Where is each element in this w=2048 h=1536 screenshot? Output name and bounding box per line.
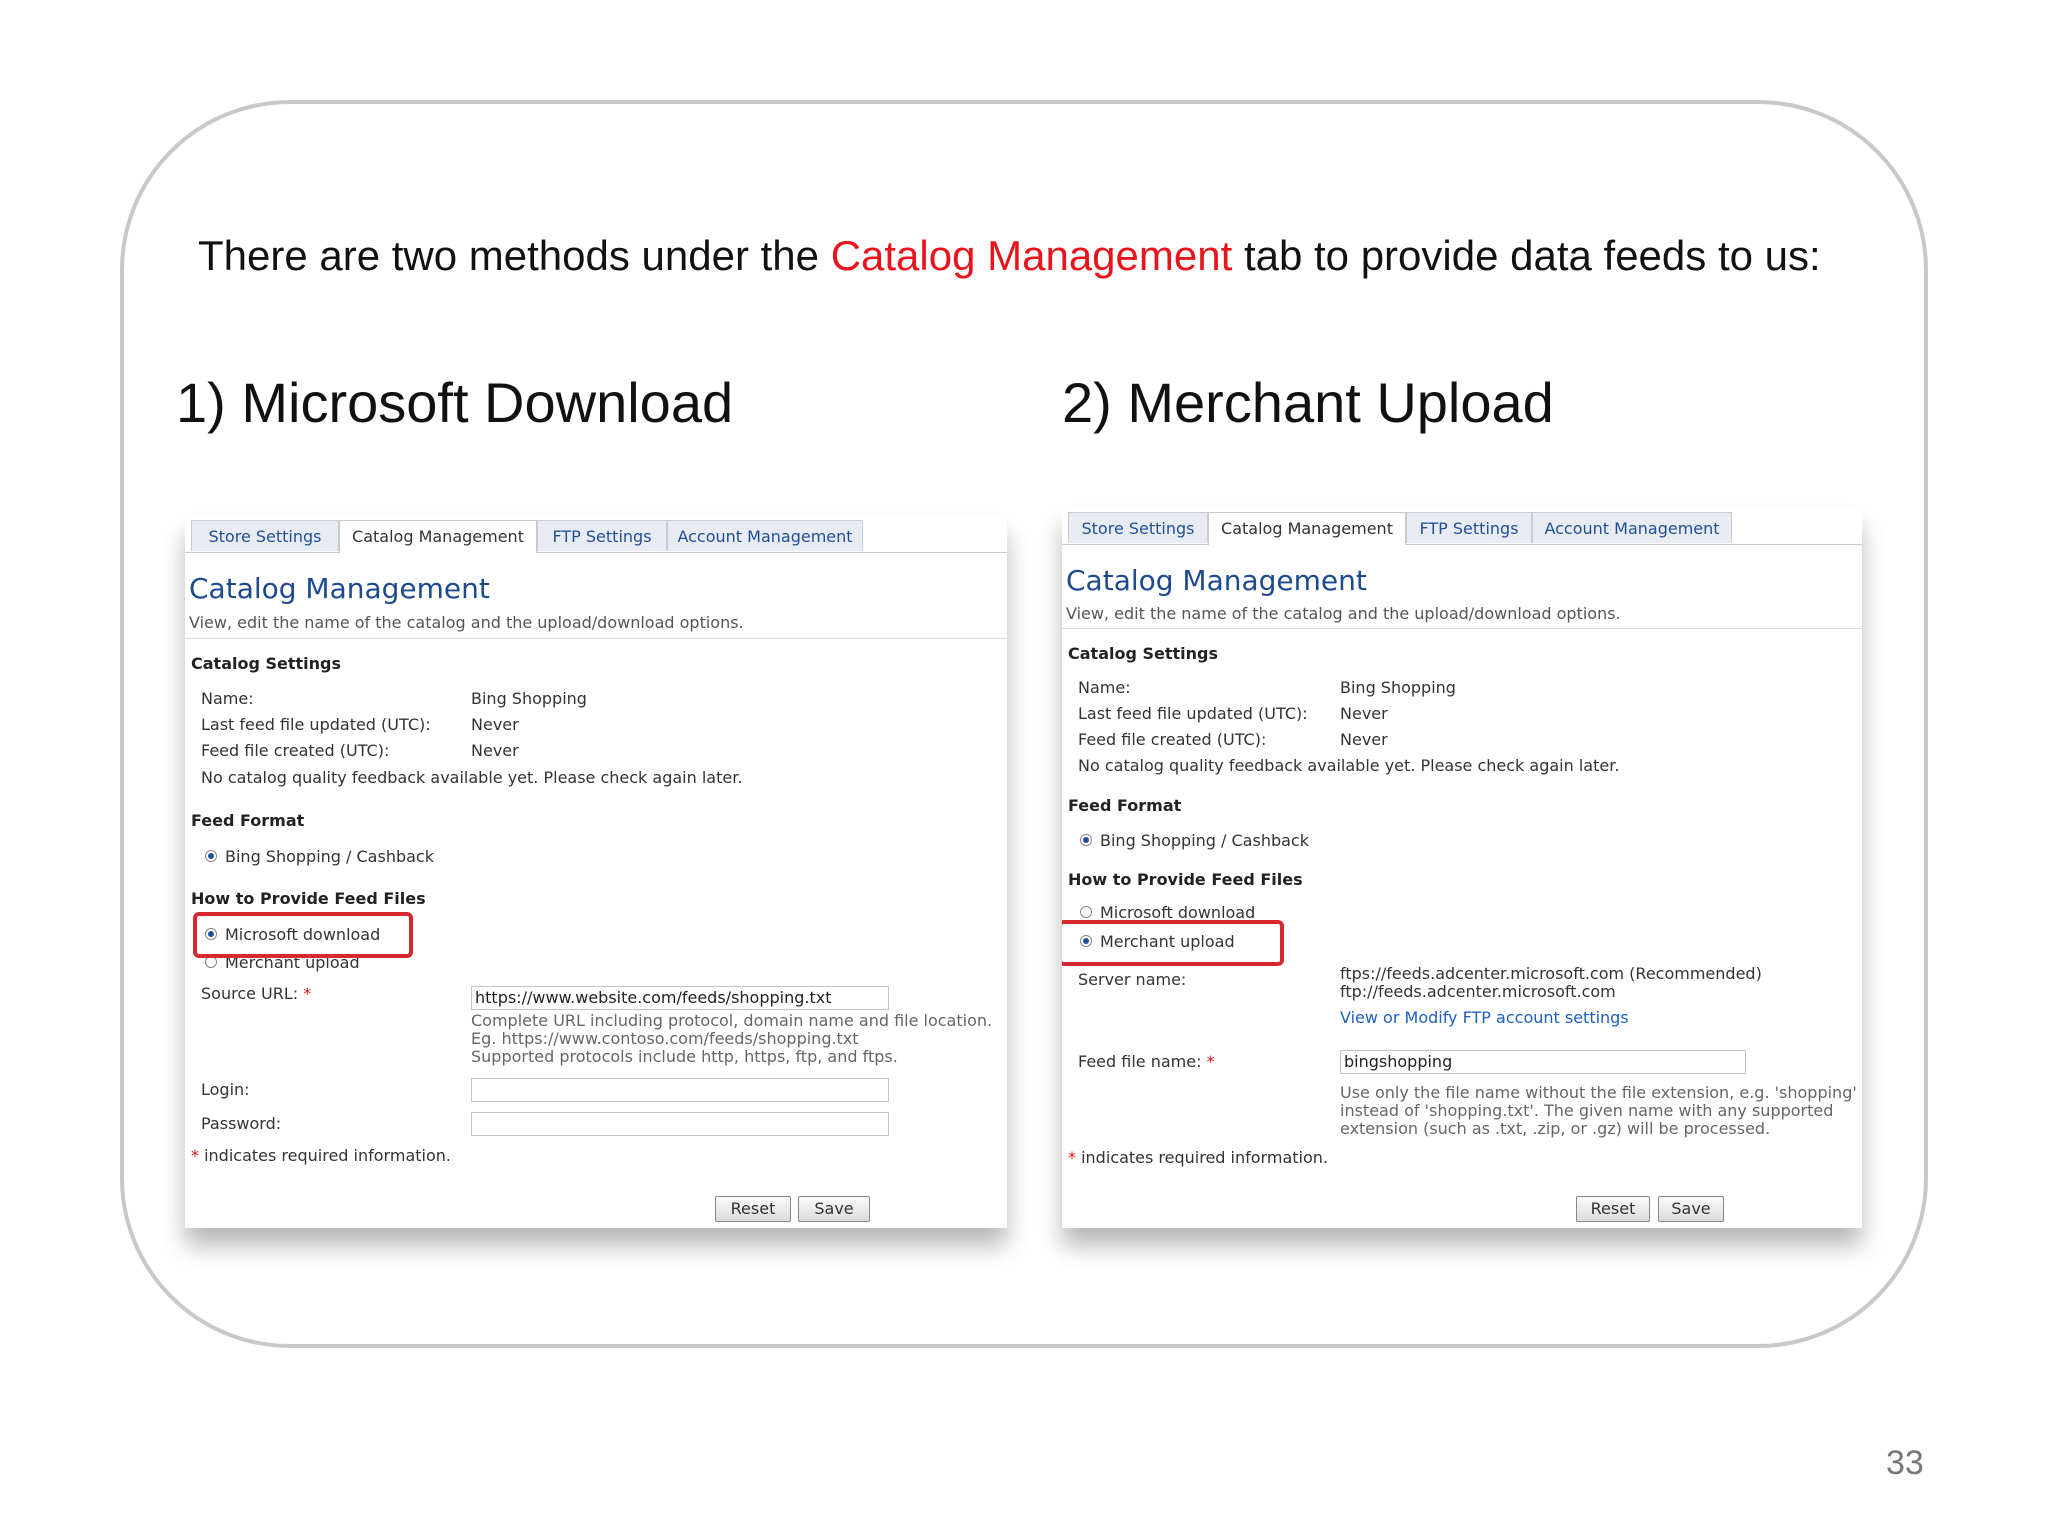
microsoft-download-radio[interactable]	[1080, 906, 1092, 918]
tab-catalog-management[interactable]: Catalog Management	[339, 520, 537, 553]
created-value: Never	[471, 741, 519, 760]
intro-highlight: Catalog Management	[830, 232, 1233, 279]
login-label: Login:	[201, 1080, 250, 1099]
required-note: * indicates required information.	[191, 1146, 451, 1165]
tab-bar: Store Settings Catalog Management FTP Se…	[1062, 508, 1862, 545]
required-asterisk: *	[303, 984, 312, 1003]
catalog-settings-heading: Catalog Settings	[1068, 644, 1219, 663]
server-name-label: Server name:	[1078, 970, 1187, 989]
intro-after: tab to provide data feeds to us:	[1232, 232, 1821, 279]
catalog-settings-heading: Catalog Settings	[191, 654, 342, 673]
feed-format-heading: Feed Format	[1068, 796, 1182, 815]
intro-before: There are two methods under the	[198, 232, 831, 279]
name-value: Bing Shopping	[1340, 678, 1456, 697]
reset-button[interactable]: Reset	[715, 1196, 791, 1222]
heading-method-1: 1) Microsoft Download	[176, 371, 734, 434]
page-title: Catalog Management	[189, 572, 490, 605]
ftp-settings-link[interactable]: View or Modify FTP account settings	[1340, 1008, 1629, 1027]
password-label: Password:	[201, 1114, 282, 1133]
tab-store-settings[interactable]: Store Settings	[191, 520, 339, 551]
divider	[1062, 628, 1862, 629]
created-label: Feed file created (UTC):	[1078, 730, 1267, 749]
screenshot-merchant-upload: Store Settings Catalog Management FTP Se…	[1062, 508, 1862, 1228]
required-note-text: indicates required information.	[204, 1146, 451, 1165]
merchant-upload-radio[interactable]	[1080, 935, 1092, 947]
source-url-input[interactable]: https://www.website.com/feeds/shopping.t…	[471, 986, 889, 1010]
created-value: Never	[1340, 730, 1388, 749]
feed-file-text: Feed file name:	[1078, 1052, 1202, 1071]
screenshot-microsoft-download: Store Settings Catalog Management FTP Se…	[185, 516, 1007, 1228]
page-subtitle: View, edit the name of the catalog and t…	[1066, 604, 1621, 623]
login-input[interactable]	[471, 1078, 889, 1102]
save-button[interactable]: Save	[798, 1196, 870, 1222]
page-subtitle: View, edit the name of the catalog and t…	[189, 613, 744, 632]
source-url-text: Source URL:	[201, 984, 299, 1003]
last-updated-label: Last feed file updated (UTC):	[201, 715, 431, 734]
source-url-label: Source URL: *	[201, 984, 311, 1003]
feed-format-heading: Feed Format	[191, 811, 305, 830]
source-url-hint-1: Complete URL including protocol, domain …	[471, 1011, 993, 1030]
save-button[interactable]: Save	[1658, 1196, 1724, 1222]
password-input[interactable]	[471, 1112, 889, 1136]
feed-file-hint-2: instead of 'shopping.txt'. The given nam…	[1340, 1101, 1834, 1120]
required-asterisk: *	[1206, 1052, 1215, 1071]
tab-bar: Store Settings Catalog Management FTP Se…	[185, 516, 1007, 553]
merchant-upload-label: Merchant upload	[1100, 932, 1235, 951]
name-value: Bing Shopping	[471, 689, 587, 708]
slide-number: 33	[1886, 1444, 1924, 1482]
highlight-microsoft-download	[193, 912, 413, 958]
required-asterisk: *	[1068, 1148, 1076, 1167]
created-label: Feed file created (UTC):	[201, 741, 390, 760]
last-updated-value: Never	[471, 715, 519, 734]
server-ftps: ftps://feeds.adcenter.microsoft.com (Rec…	[1340, 964, 1762, 983]
last-updated-label: Last feed file updated (UTC):	[1078, 704, 1308, 723]
name-label: Name:	[1078, 678, 1131, 697]
tab-account-management[interactable]: Account Management	[667, 520, 863, 551]
required-note: * indicates required information.	[1068, 1148, 1328, 1167]
tab-ftp-settings[interactable]: FTP Settings	[1406, 512, 1532, 543]
feed-file-hint-3: extension (such as .txt, .zip, or .gz) w…	[1340, 1119, 1771, 1138]
feed-file-label: Feed file name: *	[1078, 1052, 1215, 1071]
quality-note: No catalog quality feedback available ye…	[201, 768, 743, 787]
divider	[185, 638, 1007, 639]
feed-format-option: Bing Shopping / Cashback	[225, 847, 434, 866]
how-to-provide-heading: How to Provide Feed Files	[1068, 870, 1303, 889]
feed-file-input[interactable]: bingshopping	[1340, 1050, 1746, 1074]
last-updated-value: Never	[1340, 704, 1388, 723]
tab-account-management[interactable]: Account Management	[1532, 512, 1732, 543]
required-note-text: indicates required information.	[1081, 1148, 1328, 1167]
feed-file-hint-1: Use only the file name without the file …	[1340, 1083, 1857, 1102]
quality-note: No catalog quality feedback available ye…	[1078, 756, 1620, 775]
required-asterisk: *	[191, 1146, 199, 1165]
tab-catalog-management[interactable]: Catalog Management	[1208, 512, 1406, 545]
source-url-hint-2: Eg. https://www.contoso.com/feeds/shoppi…	[471, 1029, 859, 1048]
feed-format-radio[interactable]	[205, 850, 217, 862]
tab-ftp-settings[interactable]: FTP Settings	[537, 520, 667, 551]
reset-button[interactable]: Reset	[1576, 1196, 1650, 1222]
how-to-provide-heading: How to Provide Feed Files	[191, 889, 426, 908]
server-ftp: ftp://feeds.adcenter.microsoft.com	[1340, 982, 1616, 1001]
source-url-hint-3: Supported protocols include http, https,…	[471, 1047, 898, 1066]
tab-store-settings[interactable]: Store Settings	[1068, 512, 1208, 543]
page-title: Catalog Management	[1066, 564, 1367, 597]
feed-format-option: Bing Shopping / Cashback	[1100, 831, 1309, 850]
name-label: Name:	[201, 689, 254, 708]
feed-format-radio[interactable]	[1080, 834, 1092, 846]
intro-text: There are two methods under the Catalog …	[198, 232, 1898, 280]
heading-method-2: 2) Merchant Upload	[1062, 371, 1554, 434]
